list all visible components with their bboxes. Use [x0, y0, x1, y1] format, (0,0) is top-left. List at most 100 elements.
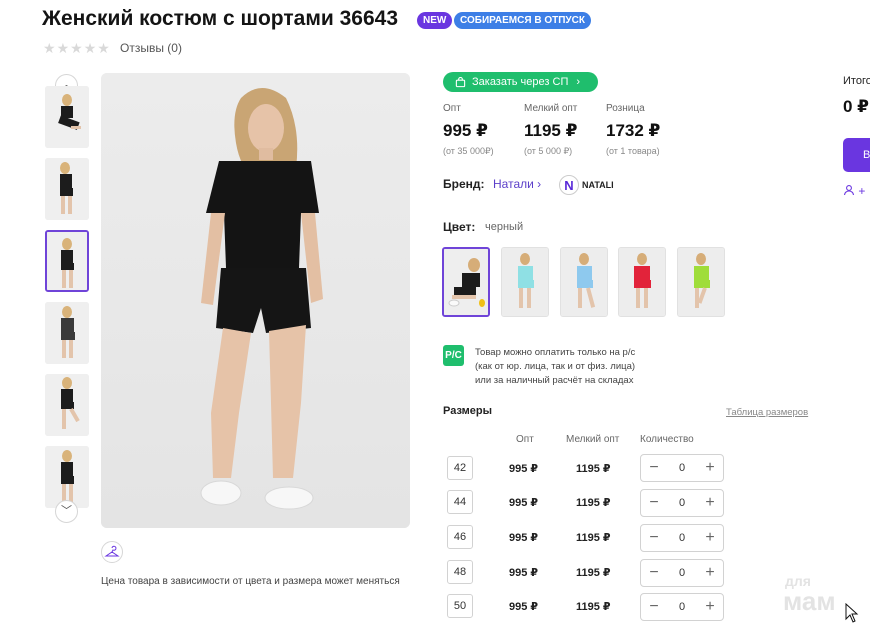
thumbnail[interactable] — [45, 374, 89, 436]
thumbnail[interactable] — [45, 302, 89, 364]
total-value: 0 ₽ — [843, 97, 870, 116]
price-condition: (от 5 000 ₽) — [524, 146, 573, 156]
swatch-photo — [444, 249, 488, 315]
size-label: 50 — [447, 594, 473, 618]
shopping-bag-icon — [455, 76, 466, 87]
row-price-opt: 995 ₽ — [509, 463, 539, 475]
mouse-cursor-icon — [845, 603, 859, 623]
chevron-down-icon: ﹀ — [61, 505, 72, 517]
quantity-value[interactable]: 0 — [679, 497, 685, 509]
star-icon: ★ — [83, 40, 97, 56]
size-table-link[interactable]: Таблица размеров — [726, 407, 808, 418]
minus-icon[interactable]: − — [647, 565, 661, 581]
model-photo — [45, 86, 89, 148]
chevron-right-icon: › — [537, 177, 542, 191]
color-label: Цвет: — [443, 220, 476, 234]
model-photo — [45, 302, 89, 364]
color-swatch-light-blue[interactable] — [501, 247, 549, 317]
star-icon: ★ — [70, 40, 83, 56]
column-header-small-opt: Мелкий опт — [566, 434, 620, 445]
color-swatch-lime[interactable] — [677, 247, 725, 317]
badge-new: NEW — [417, 12, 453, 29]
swatch-photo — [502, 248, 548, 316]
color-swatch-red[interactable] — [618, 247, 666, 317]
color-value: черный — [485, 221, 524, 233]
order-sp-button[interactable]: Заказать через СП › — [443, 72, 598, 92]
plus-icon[interactable]: + — [703, 565, 717, 581]
brand-link[interactable]: Натали › — [493, 177, 541, 191]
price-label: Розница — [606, 103, 645, 114]
quantity-value[interactable]: 0 — [679, 462, 685, 474]
row-price-opt: 995 ₽ — [509, 567, 539, 579]
brand-logo[interactable]: N — [559, 175, 579, 195]
quantity-stepper: − 0 + — [640, 489, 724, 517]
price-small-wholesale: Мелкий опт 1195 ₽ (от 5 000 ₽) — [524, 103, 577, 157]
swatch-photo — [619, 248, 665, 316]
plus-icon[interactable]: + — [703, 599, 717, 615]
brand-logo-text: NATALI — [582, 180, 614, 190]
color-swatch-black[interactable] — [442, 247, 490, 317]
price-condition: (от 35 000₽) — [443, 146, 494, 156]
quantity-value[interactable]: 0 — [679, 532, 685, 544]
quantity-stepper: − 0 + — [640, 559, 724, 587]
badge-vacation[interactable]: СОБИРАЕМСЯ В ОТПУСК — [454, 12, 591, 29]
reviews-link[interactable]: Отзывы (0) — [120, 41, 182, 55]
size-guide-icon-button[interactable] — [101, 541, 123, 563]
quantity-stepper: − 0 + — [640, 524, 724, 552]
main-product-photo[interactable] — [101, 73, 410, 528]
star-icon: ★ — [43, 40, 56, 56]
rating-stars: ★ ★ ★ ★ ★ — [43, 41, 110, 55]
quantity-value[interactable]: 0 — [679, 601, 685, 613]
thumbnail-active[interactable] — [45, 230, 89, 292]
color-swatch-blue[interactable] — [560, 247, 608, 317]
price-wholesale: Опт 995 ₽ (от 35 000₽) — [443, 103, 494, 157]
size-label: 48 — [447, 560, 473, 584]
payment-note-line: Товар можно оплатить только на р/с — [475, 347, 636, 358]
thumbs-down-button[interactable]: ﹀ — [55, 500, 78, 523]
chevron-right-icon: › — [576, 76, 581, 88]
quantity-value[interactable]: 0 — [679, 567, 685, 579]
row-price-opt: 995 ₽ — [509, 497, 539, 509]
sizes-title: Размеры — [443, 405, 493, 417]
price-value: 1195 ₽ — [524, 121, 578, 140]
price-retail: Розница 1732 ₽ (от 1 товара) — [606, 103, 660, 156]
model-photo — [45, 446, 89, 508]
model-photo — [47, 232, 87, 290]
hanger-icon — [104, 545, 120, 557]
user-icon — [843, 185, 855, 196]
thumbnail[interactable] — [45, 158, 89, 220]
thumbnail[interactable] — [45, 446, 89, 508]
column-header-opt: Опт — [516, 434, 534, 445]
payment-note-line: (как от юр. лица, так и от физ. лица) — [475, 361, 636, 372]
minus-icon[interactable]: − — [647, 530, 661, 546]
row-price-small-opt: 1195 ₽ — [576, 532, 611, 544]
product-title: Женский костюм с шортами 36643 — [42, 7, 398, 30]
price-value: 1732 ₽ — [606, 121, 661, 140]
add-to-cart-button[interactable]: В — [843, 138, 870, 172]
row-price-small-opt: 1195 ₽ — [576, 601, 611, 613]
total-label: Итого — [843, 75, 870, 87]
star-icon: ★ — [56, 40, 70, 56]
quantity-stepper: − 0 + — [640, 454, 724, 482]
thumbnail[interactable] — [45, 86, 89, 148]
row-price-small-opt: 1195 ₽ — [576, 567, 611, 579]
row-price-small-opt: 1195 ₽ — [576, 463, 611, 475]
add-participant-button[interactable]: + — [843, 184, 870, 198]
add-to-cart-label: В — [863, 149, 870, 161]
plus-icon[interactable]: + — [703, 460, 717, 476]
minus-icon[interactable]: − — [647, 599, 661, 615]
plus-icon[interactable]: + — [703, 530, 717, 546]
minus-icon[interactable]: − — [647, 460, 661, 476]
star-icon: ★ — [97, 40, 110, 56]
payment-note-line: или за наличный расчёт на складах — [475, 375, 634, 386]
brand-link-text: Натали — [493, 177, 534, 191]
minus-icon[interactable]: − — [647, 495, 661, 511]
size-label: 44 — [447, 490, 473, 514]
size-label: 46 — [447, 525, 473, 549]
row-price-opt: 995 ₽ — [509, 532, 539, 544]
model-photo — [45, 374, 89, 436]
plus-icon[interactable]: + — [703, 495, 717, 511]
row-price-small-opt: 1195 ₽ — [576, 497, 611, 509]
row-price-opt: 995 ₽ — [509, 601, 539, 613]
brand-logo-icon: N — [564, 178, 573, 193]
